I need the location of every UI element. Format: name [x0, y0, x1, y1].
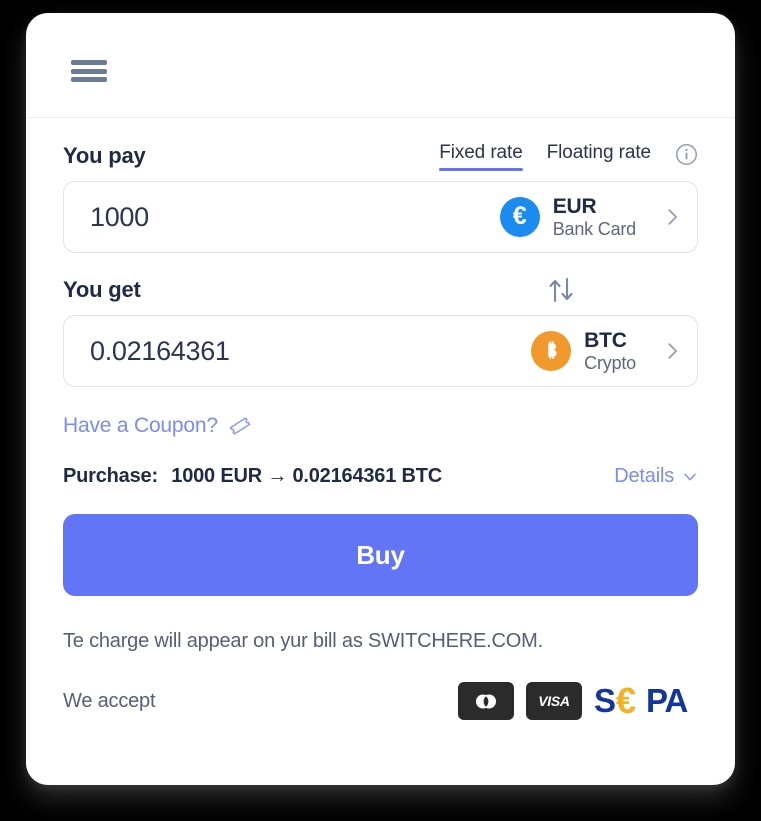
hamburger-menu-icon[interactable]: [71, 57, 107, 85]
payment-logos: VISA S € PA: [458, 681, 698, 721]
get-currency-method: Crypto: [584, 352, 636, 373]
charge-disclaimer: Te charge will appear on yur bill as SWI…: [63, 630, 543, 652]
get-amount-input[interactable]: [90, 335, 532, 367]
you-pay-label: You pay: [63, 143, 146, 168]
we-accept-label: We accept: [63, 689, 156, 712]
tab-floating-rate[interactable]: Floating rate: [547, 142, 651, 171]
chevron-right-icon[interactable]: [661, 206, 683, 228]
you-get-label: You get: [63, 277, 141, 302]
pay-currency-code: EUR: [552, 194, 597, 218]
you-pay-field[interactable]: € EUR Bank Card: [63, 181, 698, 253]
buy-button[interactable]: Buy: [63, 514, 698, 596]
mastercard-logo: [458, 682, 514, 720]
get-currency-selector[interactable]: BTC Crypto: [531, 329, 683, 374]
we-accept-row: We accept VISA S € PA: [63, 681, 698, 721]
purchase-summary: Purchase: 1000 EUR → 0.02164361 BTC Deta…: [63, 465, 698, 488]
svg-text:S: S: [594, 682, 615, 719]
get-currency-code: BTC: [584, 328, 627, 352]
purchase-value: 1000 EUR → 0.02164361 BTC: [171, 465, 442, 487]
details-label: Details: [614, 465, 674, 487]
rate-tabs: Fixed rate Floating rate: [439, 142, 698, 171]
visa-wordmark: VISA: [538, 693, 570, 709]
ticket-icon: [229, 417, 251, 435]
screen-background: You pay Fixed rate Floating rate €: [0, 0, 761, 821]
svg-text:€: €: [616, 681, 636, 721]
hamburger-bar: [71, 68, 107, 74]
sepa-logo: S € PA: [594, 681, 698, 721]
details-toggle[interactable]: Details: [614, 465, 698, 488]
you-pay-row: You pay Fixed rate Floating rate: [63, 135, 698, 177]
info-circle-icon[interactable]: [675, 143, 698, 166]
coupon-label: Have a Coupon?: [63, 414, 218, 437]
have-coupon-link[interactable]: Have a Coupon?: [63, 413, 253, 439]
you-get-field[interactable]: BTC Crypto: [63, 315, 698, 387]
chevron-right-icon[interactable]: [661, 340, 683, 362]
pay-currency-method: Bank Card: [552, 218, 636, 239]
chevron-down-icon: [684, 473, 696, 480]
hamburger-bar: [71, 60, 107, 65]
purchase-prefix: Purchase:: [63, 465, 158, 487]
swap-arrows-icon[interactable]: [544, 275, 578, 305]
tab-fixed-rate[interactable]: Fixed rate: [439, 142, 524, 171]
hamburger-bar: [71, 77, 107, 82]
svg-text:PA: PA: [646, 682, 688, 719]
widget-header: [26, 13, 735, 118]
pay-currency-text: EUR Bank Card: [553, 195, 636, 240]
widget-body: You pay Fixed rate Floating rate €: [26, 119, 735, 721]
you-get-row: You get: [63, 269, 698, 311]
btc-coin-icon: [531, 330, 572, 371]
eur-coin-icon: €: [499, 196, 540, 237]
pay-currency-selector[interactable]: € EUR Bank Card: [499, 195, 683, 240]
purchase-text: Purchase: 1000 EUR → 0.02164361 BTC: [63, 465, 442, 488]
exchange-widget-card: You pay Fixed rate Floating rate €: [26, 13, 735, 785]
pay-amount-input[interactable]: [90, 201, 500, 233]
get-currency-text: BTC Crypto: [584, 329, 636, 374]
visa-logo: VISA: [526, 682, 582, 720]
